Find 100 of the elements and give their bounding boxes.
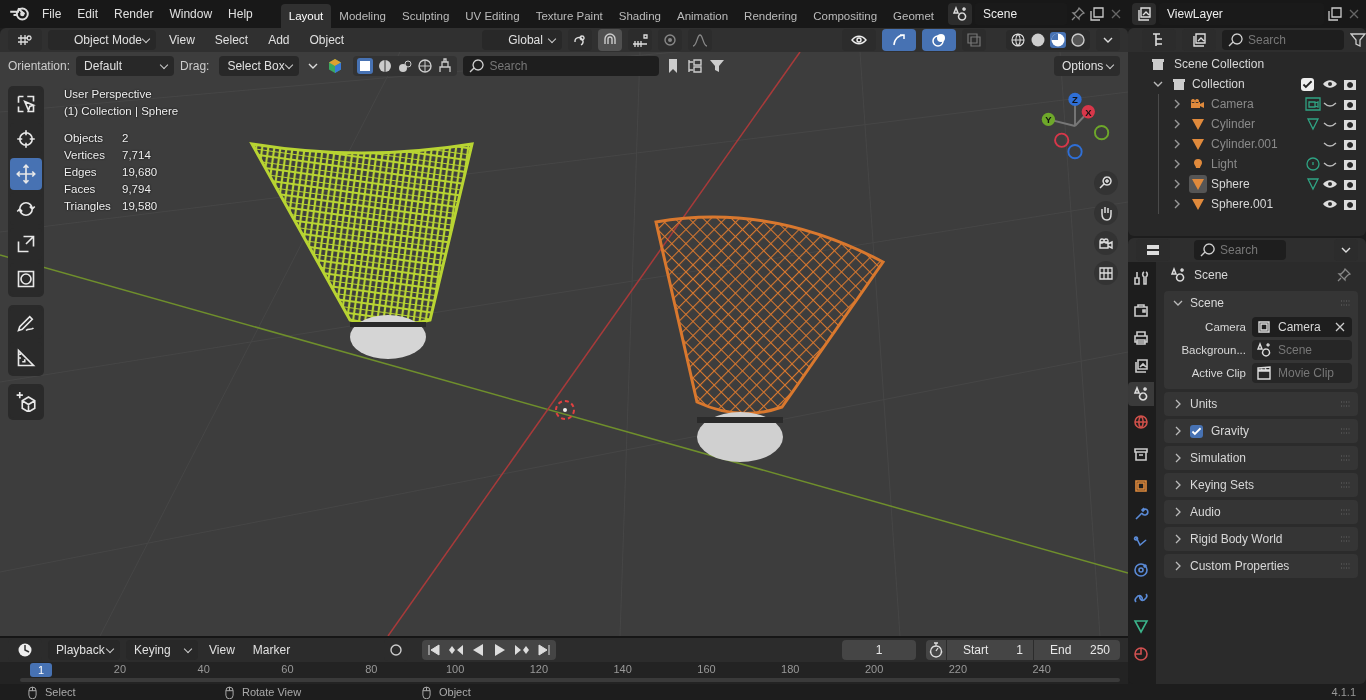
workspace-tab[interactable]: Layout — [280, 4, 332, 28]
workspace-tab[interactable]: Geomet — [885, 4, 943, 28]
workspace-tab[interactable]: Rendering — [736, 4, 806, 28]
menu-item[interactable]: File — [34, 7, 70, 21]
select-new-icon[interactable] — [357, 58, 374, 74]
menu-item[interactable]: Render — [106, 7, 162, 21]
filter-icon[interactable] — [709, 58, 726, 74]
proportional-edit-button[interactable] — [658, 29, 683, 51]
menu-item[interactable]: Select — [207, 33, 256, 47]
light-data-icon[interactable] — [1305, 156, 1321, 172]
tree-item[interactable]: Light — [1211, 157, 1301, 171]
workspace-tab[interactable]: Modeling — [331, 4, 394, 28]
playhead[interactable]: 1 — [30, 663, 52, 677]
pin-icon[interactable] — [1070, 6, 1087, 22]
falloff-button[interactable] — [688, 29, 713, 51]
menu-dropdown[interactable]: Keying — [126, 640, 198, 660]
workspace-tab[interactable]: Animation — [668, 4, 737, 28]
drag-handle-icon[interactable] — [1340, 481, 1352, 489]
workspace-tab[interactable]: Sculpting — [393, 4, 458, 28]
drag-handle-icon[interactable] — [1340, 508, 1352, 516]
previous-keyframe-icon[interactable] — [447, 642, 464, 658]
copy-icon[interactable] — [1089, 6, 1106, 22]
menu-item[interactable]: Marker — [245, 643, 298, 657]
stopwatch-icon[interactable] — [926, 640, 946, 660]
menu-item[interactable]: Help — [220, 7, 261, 21]
mesh-data-icon[interactable] — [1305, 116, 1321, 132]
tree-item[interactable]: Camera — [1211, 97, 1301, 111]
visibility-button[interactable] — [842, 29, 876, 51]
blender-logo[interactable] — [8, 5, 30, 23]
drag-handle-icon[interactable] — [1340, 562, 1352, 570]
jump-start-icon[interactable] — [425, 642, 442, 658]
workspace-tab[interactable]: Texture Paint — [527, 4, 611, 28]
current-frame-field[interactable]: 1 — [842, 640, 916, 660]
tree-item[interactable]: Cylinder — [1211, 117, 1301, 131]
jump-end-icon[interactable] — [535, 642, 552, 658]
menu-item[interactable]: View — [162, 33, 202, 47]
next-keyframe-icon[interactable] — [513, 642, 530, 658]
workspace-tab[interactable]: UV Editing — [457, 4, 528, 28]
transform-orientation-dropdown[interactable]: Global — [482, 30, 563, 50]
overlay-toggle[interactable] — [922, 29, 956, 51]
zoom-icon[interactable] — [1094, 171, 1118, 195]
drag-handle-icon[interactable] — [1340, 535, 1352, 543]
properties-tab[interactable] — [1128, 382, 1154, 406]
search-field[interactable]: Search — [1222, 30, 1344, 50]
checkbox[interactable] — [1190, 424, 1203, 438]
camera-icon[interactable] — [1094, 231, 1118, 255]
hierarchy-icon[interactable] — [687, 58, 704, 74]
menu-item[interactable]: Add — [261, 33, 297, 47]
shading-options-button[interactable] — [1096, 29, 1120, 51]
copy-icon[interactable] — [1327, 6, 1343, 22]
wireframe-shading-icon[interactable] — [1010, 32, 1026, 48]
snap-toggle[interactable] — [598, 29, 623, 51]
search-field[interactable]: Search — [1194, 240, 1286, 260]
drag-dropdown[interactable]: Select Box — [219, 56, 300, 76]
tree-item[interactable]: Sphere.001 — [1211, 197, 1301, 211]
hand-icon[interactable] — [1094, 201, 1118, 225]
view-layer-browse-button[interactable] — [1132, 3, 1157, 25]
drag-handle-icon[interactable] — [1340, 400, 1352, 408]
mesh-data-icon[interactable] — [1305, 176, 1321, 192]
select-extend-icon[interactable] — [377, 58, 394, 74]
start-frame-field[interactable]: Start 1 — [947, 640, 1033, 660]
end-frame-field[interactable]: End 250 — [1034, 640, 1120, 660]
snap-target-button[interactable] — [628, 29, 653, 51]
select-subtract-icon[interactable] — [397, 58, 414, 74]
menu-dropdown[interactable]: Playback — [48, 640, 120, 660]
rendered-shading-icon[interactable] — [1070, 32, 1086, 48]
xray-toggle[interactable] — [962, 29, 986, 51]
color-cube-icon[interactable] — [327, 58, 344, 74]
search-field[interactable]: Search — [463, 56, 660, 76]
tree-item[interactable]: Cylinder.001 — [1211, 137, 1301, 151]
menu-item[interactable]: View — [202, 643, 242, 657]
tree-item[interactable]: Collection — [1192, 77, 1297, 91]
menu-item[interactable]: Object — [302, 33, 352, 47]
camera-data-icon[interactable] — [1305, 96, 1321, 112]
material-shading-icon[interactable] — [1050, 32, 1066, 48]
drag-handle-icon[interactable] — [1340, 454, 1352, 462]
workspace-tab[interactable]: Shading — [610, 4, 669, 28]
menu-item[interactable]: Edit — [69, 7, 107, 21]
options-dropdown[interactable]: Options — [1054, 56, 1120, 76]
drag-handle-icon[interactable] — [1340, 299, 1352, 307]
filter-icon[interactable] — [1350, 32, 1366, 48]
tree-item[interactable]: Sphere — [1211, 177, 1301, 191]
editor-type-button[interactable] — [8, 29, 42, 51]
orientation-dropdown[interactable]: Default — [76, 56, 175, 76]
select-intersect-icon[interactable] — [437, 58, 454, 74]
tree-item[interactable]: Scene Collection — [1174, 57, 1265, 71]
mode-dropdown[interactable]: Object Mode — [48, 30, 156, 50]
solid-shading-icon[interactable] — [1030, 32, 1046, 48]
pin-icon[interactable] — [1336, 267, 1352, 283]
grid-icon[interactable] — [1094, 261, 1118, 285]
select-invert-icon[interactable] — [417, 58, 434, 74]
checkbox[interactable] — [1301, 77, 1314, 91]
id-field[interactable]: Camera — [1252, 317, 1352, 337]
menu-item[interactable]: Window — [161, 7, 221, 21]
navigation-gizmo[interactable]: Z Y X — [1041, 92, 1110, 160]
workspace-tab[interactable]: Compositing — [805, 4, 886, 28]
panel-header[interactable]: Scene — [1190, 296, 1336, 310]
pivot-button[interactable] — [568, 29, 593, 51]
gizmo-toggle[interactable] — [882, 29, 916, 51]
scene-browse-button[interactable] — [948, 3, 973, 25]
